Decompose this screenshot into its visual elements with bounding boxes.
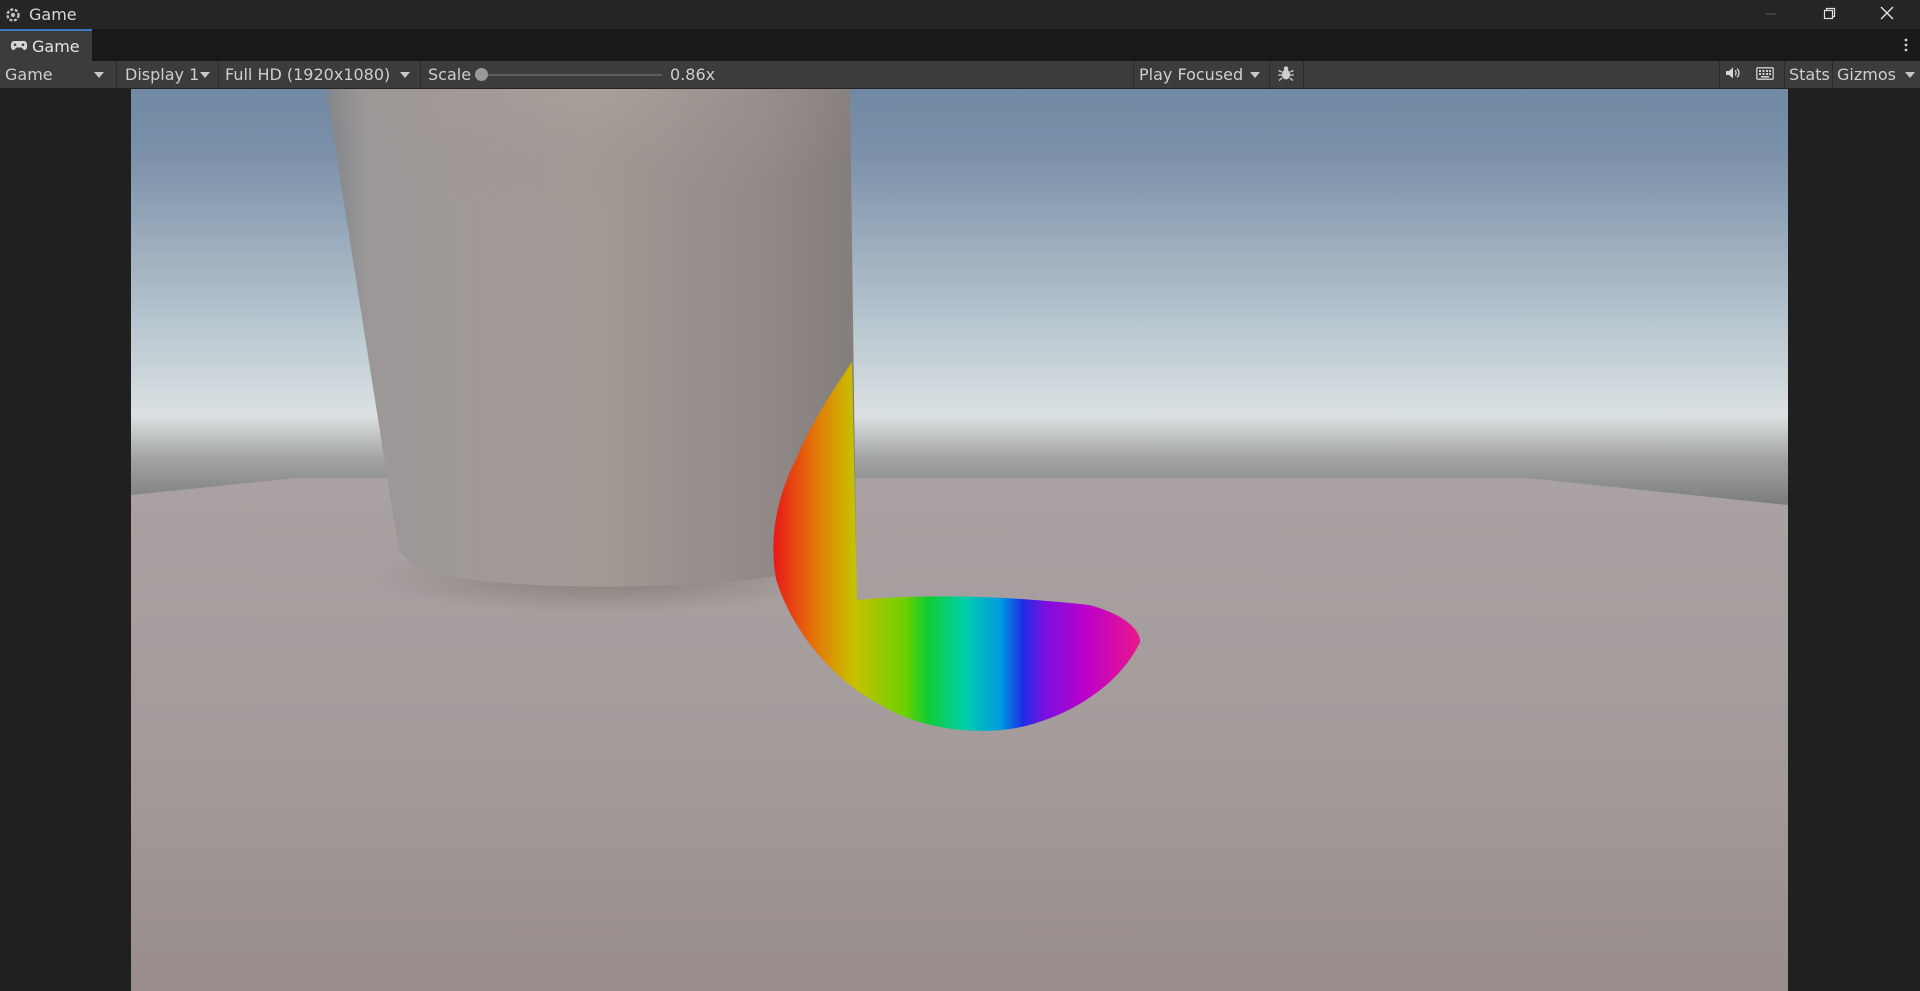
minimize-icon [1765,5,1777,24]
pillar-highlight [326,89,853,289]
stats-button[interactable]: Stats [1785,61,1834,88]
chevron-down-icon [200,72,210,78]
chevron-down-icon [1905,72,1915,78]
tab-bar: Game [0,29,1920,61]
ground-plane [131,478,1788,991]
unity-cog-icon [4,6,22,24]
toolbar-divider [1269,61,1270,88]
tab-game-label: Game [32,36,80,56]
rendered-scene [131,89,1788,991]
restore-icon [1823,5,1836,24]
game-view-toolbar: Game Display 1 Full HD (1920x1080) Scale… [0,61,1920,89]
display-value: Display 1 [125,65,200,84]
keyboard-icon [1756,65,1774,84]
chevron-down-icon [400,72,410,78]
scale-label: Scale [428,65,472,84]
toolbar-divider [1303,61,1304,88]
resolution-value: Full HD (1920x1080) [225,65,391,84]
minimize-button[interactable] [1742,0,1800,29]
play-mode-dropdown[interactable]: Play Focused [1134,61,1268,88]
window-title-bar: Game [0,0,1920,29]
close-button[interactable] [1858,0,1916,29]
speaker-icon [1725,65,1741,84]
gamepad-icon [10,37,28,56]
scale-value: 0.86x [670,65,716,84]
kebab-menu-icon[interactable] [1900,29,1912,61]
gizmos-dropdown[interactable]: Gizmos [1833,61,1920,88]
restore-button[interactable] [1800,0,1858,29]
mute-audio-button[interactable] [1720,61,1746,88]
tab-game[interactable]: Game [0,29,92,61]
display-dropdown[interactable]: Display 1 [120,61,218,88]
scale-slider-thumb[interactable] [475,68,488,81]
toolbar-divider [218,61,219,88]
chevron-down-icon [1250,72,1260,78]
window-title: Game [29,5,77,24]
bug-icon [1277,64,1295,86]
close-icon [1880,5,1894,24]
toolbar-divider [420,61,421,88]
play-mode-value: Play Focused [1139,65,1244,84]
gizmos-label: Gizmos [1837,65,1896,84]
resolution-dropdown[interactable]: Full HD (1920x1080) [220,61,418,88]
view-mode-value: Game [5,65,53,84]
stats-label: Stats [1789,65,1830,84]
game-view-render[interactable] [131,89,1788,991]
frame-debugger-button[interactable] [1273,61,1299,88]
toolbar-divider [116,61,117,88]
view-mode-dropdown[interactable]: Game [0,61,112,88]
scale-slider-track[interactable] [478,74,662,76]
chevron-down-icon [94,72,104,78]
keyboard-shortcuts-button[interactable] [1752,61,1778,88]
